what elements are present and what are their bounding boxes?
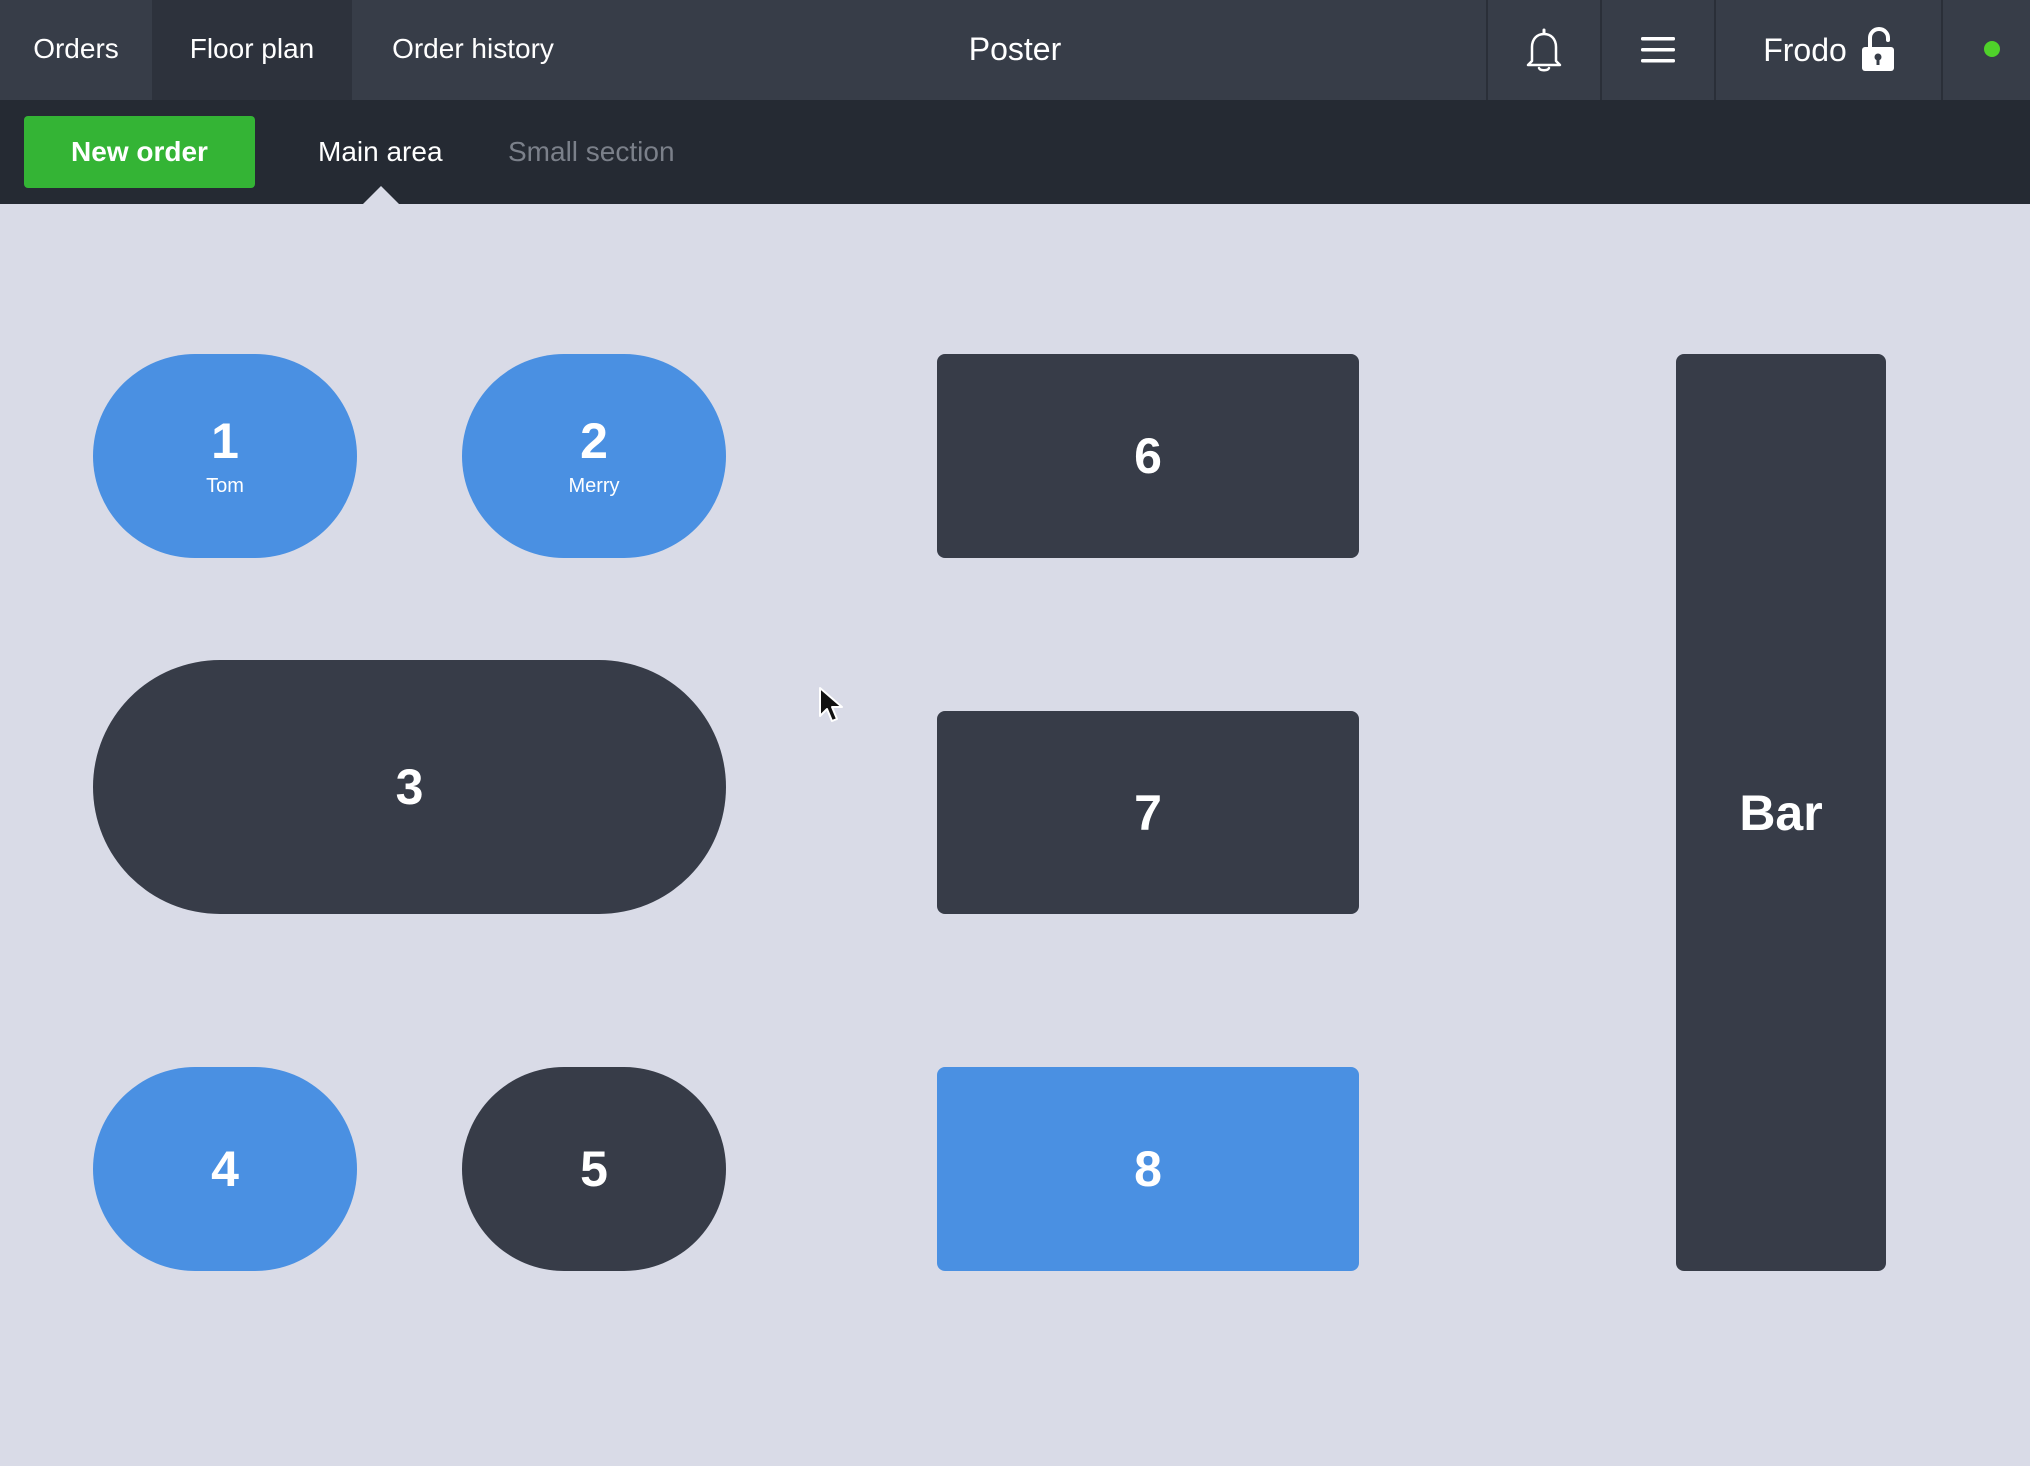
divider: [1941, 0, 1943, 100]
table-bar[interactable]: Bar: [1676, 354, 1886, 1271]
table-number: 5: [580, 1141, 608, 1197]
tab-floor-plan[interactable]: Floor plan: [152, 0, 352, 100]
top-bar: Orders Floor plan Order history Poster F…: [0, 0, 2030, 100]
table-3[interactable]: 3: [93, 660, 726, 914]
section-bar: New order Main area Small section: [0, 100, 2030, 204]
table-8[interactable]: 8: [937, 1067, 1359, 1271]
section-tab-small-section[interactable]: Small section: [508, 100, 675, 204]
user-lock-button[interactable]: Frodo: [1716, 0, 1942, 100]
table-number: 6: [1134, 428, 1162, 484]
table-6[interactable]: 6: [937, 354, 1359, 558]
mouse-cursor-icon: [819, 687, 843, 722]
table-guest-name: Merry: [568, 475, 620, 497]
table-4[interactable]: 4: [93, 1067, 357, 1271]
table-number: Bar: [1739, 784, 1823, 841]
table-number: 3: [395, 759, 424, 815]
new-order-button[interactable]: New order: [24, 116, 255, 188]
table-number: 8: [1134, 1141, 1162, 1197]
table-number: 2: [580, 413, 608, 469]
table-7[interactable]: 7: [937, 711, 1359, 914]
app-title: Poster: [968, 31, 1062, 67]
bell-icon: [1526, 28, 1562, 72]
active-section-caret: [363, 186, 399, 204]
notifications-button[interactable]: [1488, 0, 1600, 100]
table-number: 4: [211, 1141, 239, 1197]
table-5[interactable]: 5: [462, 1067, 726, 1271]
tab-order-history[interactable]: Order history: [352, 0, 594, 100]
menu-button[interactable]: [1602, 0, 1714, 100]
online-status-dot: [1984, 41, 2000, 57]
table-guest-name: Tom: [206, 475, 244, 497]
tab-orders[interactable]: Orders: [0, 0, 152, 100]
user-name: Frodo: [1763, 31, 1847, 68]
unlocked-padlock-icon: [1861, 27, 1894, 71]
hamburger-menu-icon: [1641, 37, 1675, 63]
table-number: 7: [1134, 784, 1162, 841]
table-number: 1: [211, 413, 239, 469]
table-1[interactable]: 1 Tom: [93, 354, 357, 558]
table-2[interactable]: 2 Merry: [462, 354, 726, 558]
